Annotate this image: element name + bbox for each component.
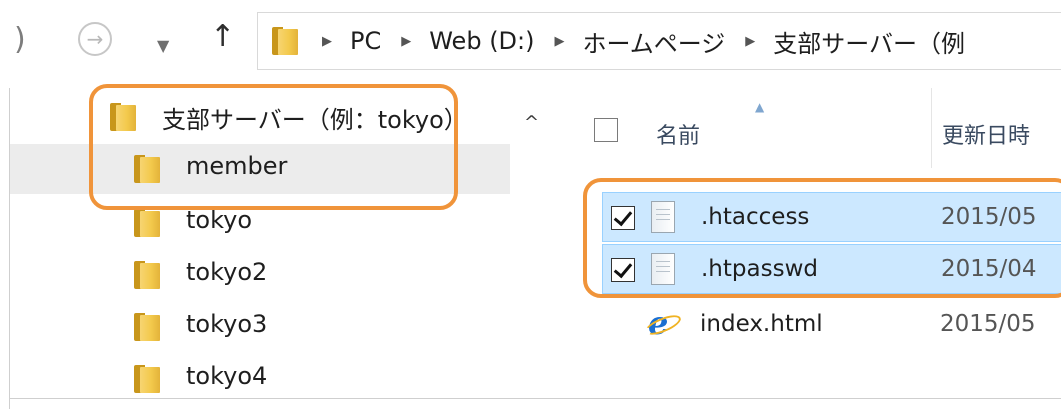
scroll-up-arrow-icon[interactable]: ^ [524, 112, 539, 133]
breadcrumb: ▶ PC ▶ Web (D:) ▶ ホームページ ▶ 支部サーバー（例 [322, 13, 965, 69]
tree-item-label: tokyo2 [186, 258, 268, 286]
navigation-bar: ) → ▼ ↑ ▶ PC ▶ Web (D:) ▶ ホームページ ▶ 支部サーバ… [0, 0, 1061, 88]
file-date-modified: 2015/04 [941, 256, 1037, 282]
file-checkbox[interactable] [611, 258, 635, 282]
column-divider[interactable] [931, 88, 932, 168]
file-date-modified: 2015/05 [940, 311, 1036, 337]
file-list: ▲ 名前 更新日時 .htaccess 2015/05 .htpasswd 20… [562, 88, 1061, 398]
tree-item-tokyo4[interactable]: tokyo4 [10, 354, 510, 404]
breadcrumb-item-homepage[interactable]: ホームページ [582, 24, 725, 59]
breadcrumb-separator-icon[interactable]: ▶ [401, 34, 411, 49]
breadcrumb-item-web-drive[interactable]: Web (D:) [429, 27, 534, 55]
file-name: index.html [700, 311, 823, 337]
breadcrumb-separator-icon[interactable]: ▶ [745, 34, 755, 49]
file-name: .htaccess [701, 204, 810, 230]
tree-item-label: 支部サーバー（例：tokyo） [162, 106, 468, 134]
tree-item-label: tokyo4 [186, 362, 268, 390]
folder-icon [134, 261, 160, 289]
column-header-name[interactable]: 名前 [656, 118, 700, 150]
file-date-modified: 2015/05 [941, 204, 1037, 230]
file-row-htpasswd[interactable]: .htpasswd 2015/04 [602, 244, 1061, 294]
file-name: .htpasswd [701, 256, 818, 282]
text-file-icon [651, 201, 675, 233]
file-checkbox[interactable] [611, 206, 635, 230]
tree-item-label: tokyo3 [186, 310, 268, 338]
select-all-checkbox[interactable] [594, 118, 618, 142]
folder-icon [272, 27, 298, 55]
tree-item-label: tokyo [186, 206, 253, 234]
forward-arrow-icon: → [86, 27, 104, 51]
breadcrumb-item-branch-server[interactable]: 支部サーバー（例 [773, 24, 965, 59]
column-header-date-modified[interactable]: 更新日時 [942, 118, 1030, 150]
breadcrumb-item-pc[interactable]: PC [350, 27, 381, 55]
back-arrow-icon[interactable]: ) [14, 25, 26, 55]
ie-html-icon: e [648, 304, 669, 342]
address-bar[interactable]: ▶ PC ▶ Web (D:) ▶ ホームページ ▶ 支部サーバー（例 [257, 12, 1061, 70]
tree-item-tokyo[interactable]: tokyo [10, 198, 510, 248]
sort-ascending-icon: ▲ [755, 100, 765, 114]
breadcrumb-separator-icon[interactable]: ▶ [554, 34, 564, 49]
file-row-htaccess[interactable]: .htaccess 2015/05 [602, 192, 1061, 242]
tree-item-tokyo2[interactable]: tokyo2 [10, 250, 510, 300]
folder-icon [134, 155, 160, 183]
tree-item-branch-server[interactable]: 支部サーバー（例：tokyo） [10, 92, 510, 142]
forward-button[interactable]: → [78, 22, 112, 56]
tree-item-tokyo3[interactable]: tokyo3 [10, 302, 510, 352]
file-row-index-html[interactable]: e index.html 2015/05 [602, 300, 1061, 350]
breadcrumb-separator-icon[interactable]: ▶ [322, 34, 332, 49]
text-file-icon [651, 253, 675, 285]
navigation-pane: 支部サーバー（例：tokyo） member tokyo tokyo2 toky… [10, 88, 550, 398]
folder-icon [110, 103, 136, 131]
up-folder-icon[interactable]: ↑ [210, 22, 235, 52]
tree-item-label: member [186, 152, 288, 180]
folder-icon [134, 365, 160, 393]
recent-locations-dropdown-icon[interactable]: ▼ [157, 31, 169, 61]
tree-item-member[interactable]: member [10, 144, 510, 194]
folder-icon [134, 313, 160, 341]
folder-icon [134, 209, 160, 237]
